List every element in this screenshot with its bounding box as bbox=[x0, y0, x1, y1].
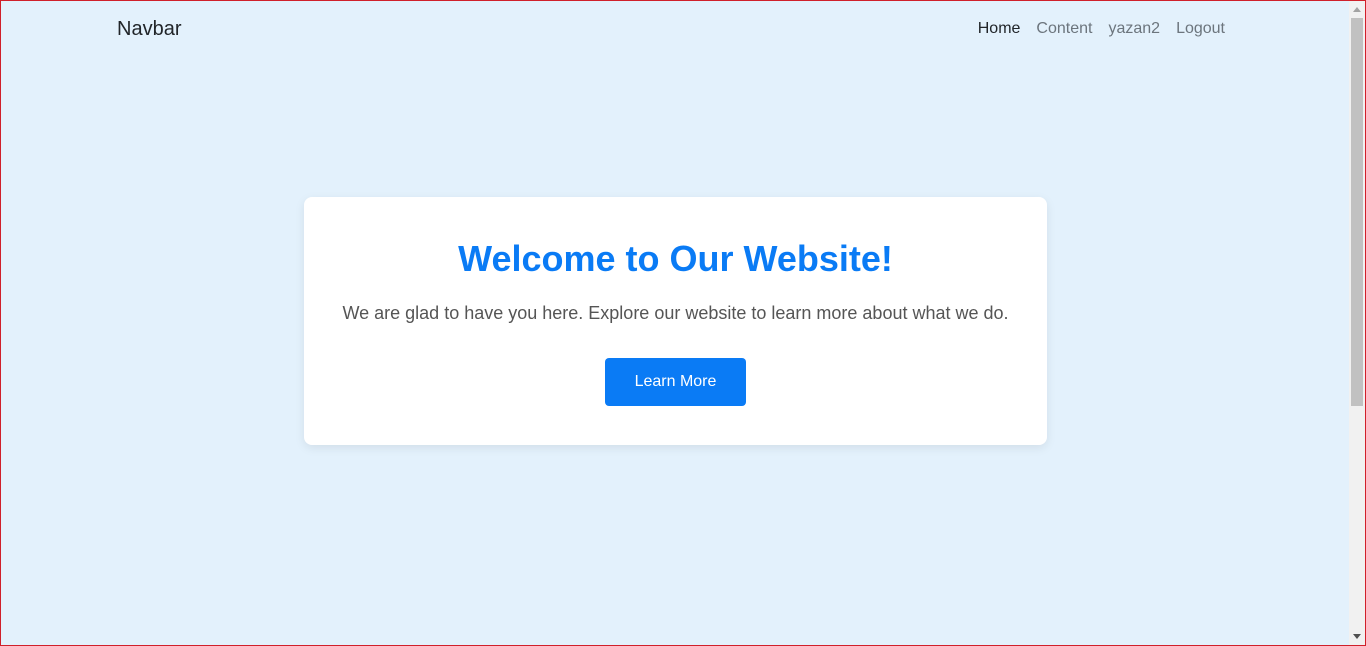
nav-link-home[interactable]: Home bbox=[978, 20, 1021, 38]
scroll-up-arrow-icon[interactable] bbox=[1353, 7, 1361, 12]
scroll-thumb[interactable] bbox=[1351, 18, 1363, 406]
nav-link-logout[interactable]: Logout bbox=[1176, 20, 1225, 38]
nav-link-user[interactable]: yazan2 bbox=[1108, 20, 1160, 38]
nav-links: Home Content yazan2 Logout bbox=[978, 20, 1225, 38]
vertical-scrollbar[interactable] bbox=[1349, 1, 1365, 645]
welcome-title: Welcome to Our Website! bbox=[458, 238, 893, 279]
welcome-card: Welcome to Our Website! We are glad to h… bbox=[304, 197, 1047, 445]
welcome-text: We are glad to have you here. Explore ou… bbox=[342, 303, 1009, 323]
learn-more-button[interactable]: Learn More bbox=[605, 358, 746, 406]
scroll-down-arrow-icon[interactable] bbox=[1353, 634, 1361, 639]
nav-link-content[interactable]: Content bbox=[1036, 20, 1092, 38]
navbar-brand[interactable]: Navbar bbox=[117, 18, 181, 41]
navbar: Navbar Home Content yazan2 Logout bbox=[1, 1, 1350, 59]
